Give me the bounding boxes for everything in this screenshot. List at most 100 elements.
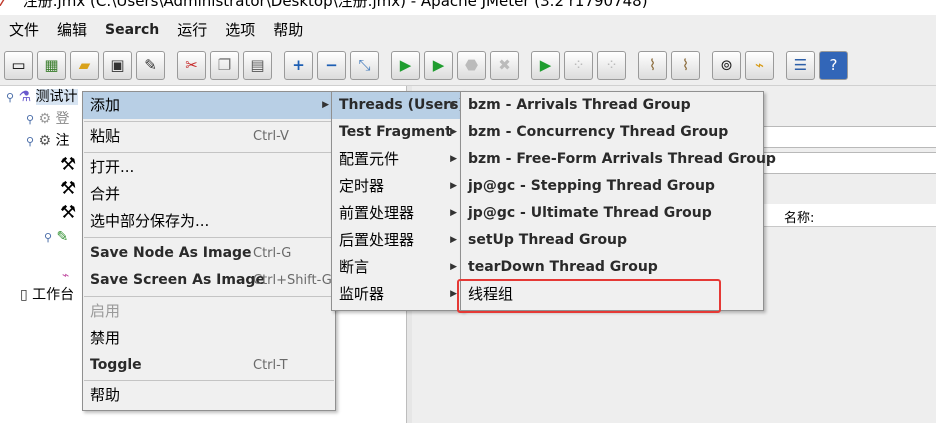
- sampler-icon[interactable]: ⚒: [60, 202, 76, 224]
- submenu-arrow-icon: ▶: [450, 181, 457, 191]
- menu-item-add[interactable]: 添加 ▶: [83, 92, 335, 119]
- menu-item-save-screen-as-image[interactable]: Save Screen As Image Ctrl+Shift-G: [83, 267, 335, 294]
- menu-item-bzm-concurrency-thread-group[interactable]: bzm - Concurrency Thread Group: [461, 119, 763, 146]
- cut-icon[interactable]: ✂: [177, 50, 206, 80]
- menu-item-config-element[interactable]: 配置元件 ▶: [332, 146, 463, 173]
- menu-item-setup-thread-group[interactable]: setUp Thread Group: [461, 227, 763, 254]
- add-submenu: Threads (Users) ▶ Test Fragment ▶ 配置元件 ▶…: [331, 91, 465, 311]
- tree-label: 测试计: [35, 89, 78, 105]
- help-icon[interactable]: ?: [819, 50, 848, 80]
- stop-icon[interactable]: ⬣: [457, 50, 486, 80]
- listener-icon[interactable]: ⌁: [62, 264, 69, 286]
- sampler-icon[interactable]: ⚒: [60, 178, 76, 200]
- menu-item-open[interactable]: 打开...: [83, 154, 335, 181]
- menu-item-label: 合并: [90, 185, 121, 203]
- toolbar: ▭ ▦ ▰ ▣ ✎ ✂ ❐ ▤ + − ⤡ ▶ ▶ ⬣ ✖ ▶ ⁘ ⁘ ⌇ ⌇ …: [0, 45, 936, 86]
- menu-item-label: 断言: [339, 258, 370, 276]
- collapse-icon[interactable]: −: [317, 50, 346, 80]
- menu-item-label: bzm - Arrivals Thread Group: [468, 97, 691, 113]
- context-menu: 添加 ▶ 粘贴 Ctrl-V 打开... 合并 选中部分保存为... Save …: [82, 91, 336, 411]
- save-icon[interactable]: ▣: [103, 50, 132, 80]
- open-icon[interactable]: ▰: [70, 50, 99, 80]
- save-as-icon[interactable]: ✎: [136, 50, 165, 80]
- menu-item-save-selection-as[interactable]: 选中部分保存为...: [83, 208, 335, 235]
- menu-item-label: 粘贴: [90, 127, 121, 145]
- menu-item-threads-users[interactable]: Threads (Users) ▶: [332, 92, 465, 119]
- search-icon[interactable]: ⊚: [712, 50, 741, 80]
- gear-icon: ⚙: [38, 111, 52, 127]
- menu-file[interactable]: 文件: [0, 15, 48, 45]
- function-helper-icon[interactable]: ☰: [786, 50, 815, 80]
- menu-item-post-processor[interactable]: 后置处理器 ▶: [332, 227, 463, 254]
- comment-field[interactable]: [762, 152, 936, 174]
- menu-run[interactable]: 运行: [168, 15, 216, 45]
- expand-icon[interactable]: +: [284, 50, 313, 80]
- menu-item-label: 前置处理器: [339, 204, 415, 222]
- menu-item-label: bzm - Free-Form Arrivals Thread Group: [468, 151, 776, 167]
- menu-item-save-node-as-image[interactable]: Save Node As Image Ctrl-G: [83, 240, 335, 267]
- menu-item-jpgc-stepping-thread-group[interactable]: jp@gc - Stepping Thread Group: [461, 173, 763, 200]
- name-field[interactable]: [762, 126, 936, 148]
- menu-edit[interactable]: 编辑: [48, 15, 96, 45]
- menu-item-label: setUp Thread Group: [468, 232, 628, 248]
- shutdown-icon[interactable]: ✖: [490, 50, 519, 80]
- menu-item-jpgc-ultimate-thread-group[interactable]: jp@gc - Ultimate Thread Group: [461, 200, 763, 227]
- menu-item-disable[interactable]: 禁用: [83, 325, 335, 352]
- menu-item-merge[interactable]: 合并: [83, 181, 335, 208]
- tree-handle-icon[interactable]: ⚲: [26, 135, 34, 148]
- start-icon[interactable]: ▶: [391, 50, 420, 80]
- menu-item-assertion[interactable]: 断言 ▶: [332, 254, 463, 281]
- tree-node-test-plan[interactable]: ⚲ ⚗ 测试计: [6, 86, 78, 108]
- menu-item-label: 帮助: [90, 386, 121, 404]
- menu-item-timer[interactable]: 定时器 ▶: [332, 173, 463, 200]
- tree-node-item[interactable]: ⚲ ✎: [44, 226, 68, 248]
- tree-node-workbench[interactable]: ▯ 工作台: [20, 284, 74, 306]
- clear-all-icon[interactable]: ⌇: [671, 50, 700, 80]
- menu-item-label: Threads (Users): [339, 97, 465, 113]
- menu-item-paste[interactable]: 粘贴 Ctrl-V: [83, 123, 335, 150]
- menu-item-label: Save Screen As Image: [90, 272, 265, 288]
- menu-item-bzm-arrivals-thread-group[interactable]: bzm - Arrivals Thread Group: [461, 92, 763, 119]
- copy-icon[interactable]: ❐: [210, 50, 239, 80]
- tree-node-register[interactable]: ⚲ ⚙ 注: [26, 130, 70, 152]
- tree-handle-icon[interactable]: ⚲: [26, 113, 34, 126]
- menu-item-enable[interactable]: 启用: [83, 298, 335, 325]
- highlight-annotation-box: [457, 279, 721, 313]
- menu-item-test-fragment[interactable]: Test Fragment ▶: [332, 119, 463, 146]
- menu-item-bzm-free-form-arrivals-thread-group[interactable]: bzm - Free-Form Arrivals Thread Group: [461, 146, 776, 173]
- jmeter-logo-icon: ⁄: [2, 0, 5, 10]
- submenu-arrow-icon: ▶: [450, 235, 457, 245]
- menu-item-listener[interactable]: 监听器 ▶: [332, 281, 463, 308]
- menu-help[interactable]: 帮助: [264, 15, 312, 45]
- remote-shutdown-icon[interactable]: ⁘: [597, 50, 626, 80]
- tree-handle-icon[interactable]: ⚲: [44, 231, 52, 244]
- menu-options[interactable]: 选项: [216, 15, 264, 45]
- menu-item-label: jp@gc - Ultimate Thread Group: [468, 205, 712, 221]
- menu-item-label: 后置处理器: [339, 231, 415, 249]
- menu-search[interactable]: Search: [96, 15, 168, 45]
- clear-icon[interactable]: ⌇: [638, 50, 667, 80]
- menu-item-label: tearDown Thread Group: [468, 259, 658, 275]
- start-no-pause-icon[interactable]: ▶: [424, 50, 453, 80]
- menu-item-teardown-thread-group[interactable]: tearDown Thread Group: [461, 254, 763, 281]
- window-title: 注册.jmx (C:\Users\Administrator\Desktop\注…: [22, 0, 648, 10]
- remote-start-icon[interactable]: ▶: [531, 50, 560, 80]
- shortcut-label: Ctrl-G: [253, 246, 292, 261]
- menu-item-label: 选中部分保存为...: [90, 212, 210, 230]
- tree-node-login[interactable]: ⚲ ⚙ 登: [26, 108, 70, 130]
- remote-stop-icon[interactable]: ⁘: [564, 50, 593, 80]
- new-icon[interactable]: ▭: [4, 50, 33, 80]
- menu-item-pre-processor[interactable]: 前置处理器 ▶: [332, 200, 463, 227]
- toggle-icon[interactable]: ⤡: [350, 50, 379, 80]
- menu-item-help[interactable]: 帮助: [83, 382, 335, 409]
- paste-icon[interactable]: ▤: [243, 50, 272, 80]
- tree-label: 登: [55, 111, 70, 127]
- tree-handle-icon[interactable]: ⚲: [6, 91, 14, 104]
- reset-search-icon[interactable]: ⌁: [745, 50, 774, 80]
- menu-item-toggle[interactable]: Toggle Ctrl-T: [83, 352, 335, 379]
- templates-icon[interactable]: ▦: [37, 50, 66, 80]
- menu-item-label: 打开...: [90, 158, 135, 176]
- table-header: 名称:: [762, 204, 936, 227]
- menu-item-label: 定时器: [339, 177, 385, 195]
- sampler-icon[interactable]: ⚒: [60, 154, 76, 176]
